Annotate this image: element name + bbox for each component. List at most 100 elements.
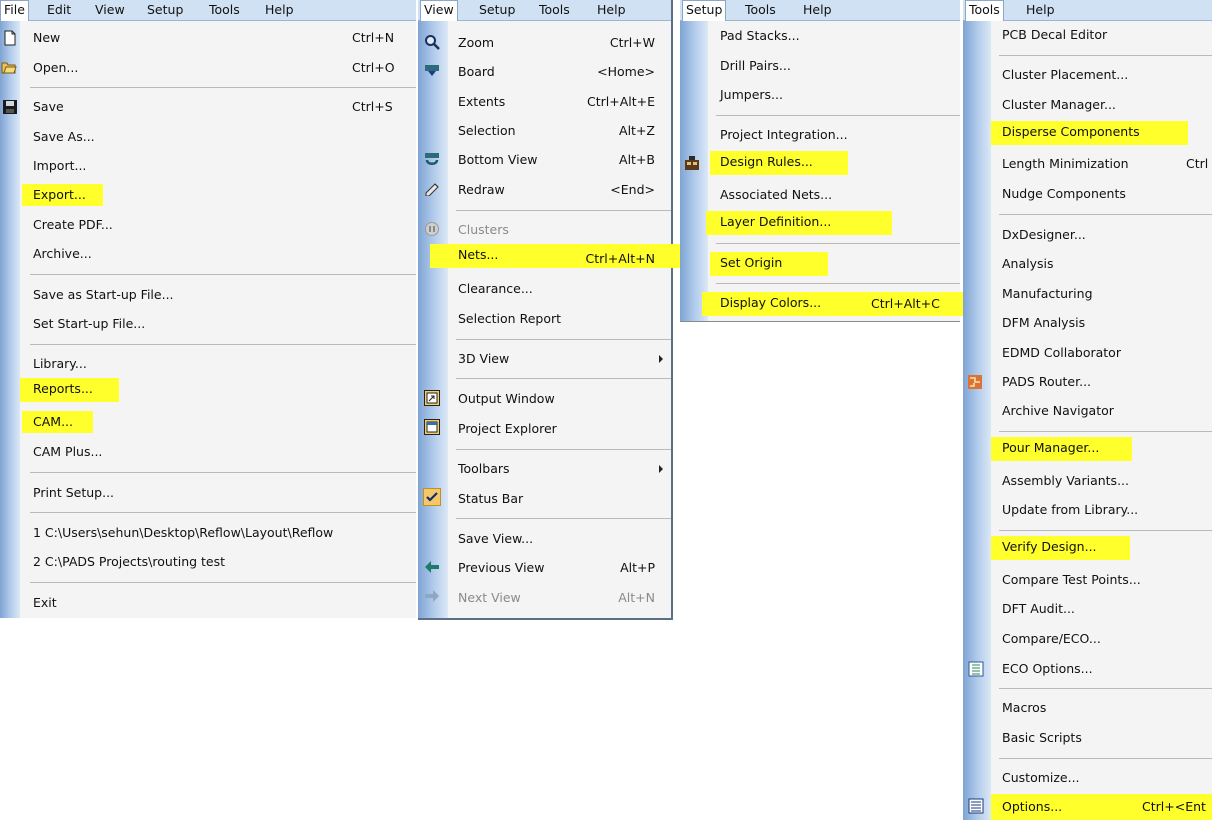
menu-item-library[interactable]: Library... [29,353,91,375]
menu-item-update-from-library[interactable]: Update from Library... [998,499,1142,521]
menubar-view[interactable]: View [420,0,458,21]
separator [716,283,960,284]
separator [30,512,416,513]
pads-router-icon [968,375,982,389]
menu-item-nudge-components[interactable]: Nudge Components [998,183,1130,205]
menu-item-eco-options[interactable]: ECO Options... [998,658,1097,680]
menu-item-cam[interactable]: CAM... [22,411,93,433]
menu-item-import[interactable]: Import... [29,155,90,177]
menubar-view[interactable]: View [92,1,128,19]
menubar-help[interactable]: Help [800,1,835,19]
separator [999,55,1212,56]
menu-item-analysis[interactable]: Analysis [998,253,1058,275]
zoom-icon [425,35,440,50]
shortcut-selection: Alt+Z [619,123,655,138]
menubar-edit[interactable]: Edit [44,1,74,19]
menu-item-length-minimization[interactable]: Length Minimization [998,153,1133,175]
menu-item-disperse-components[interactable]: Disperse Components [991,121,1188,145]
menu-item-dxdesigner[interactable]: DxDesigner... [998,224,1090,246]
menu-item-redraw[interactable]: Redraw [454,179,509,201]
menu-item-assembly-variants[interactable]: Assembly Variants... [998,470,1133,492]
menubar-setup[interactable]: Setup [144,1,186,19]
file-menu-panel: File Edit View Setup Tools Help New Ctrl… [0,0,416,618]
menu-item-pcb-decal-editor[interactable]: PCB Decal Editor [998,24,1111,46]
menu-item-cam-plus[interactable]: CAM Plus... [29,441,106,463]
menu-item-recent-file-2[interactable]: 2 C:\PADS Projects\routing test [29,551,229,573]
separator [999,214,1212,215]
menu-item-zoom[interactable]: Zoom [454,32,498,54]
menu-item-design-rules[interactable]: Design Rules... [710,151,848,175]
menu-item-project-explorer[interactable]: Project Explorer [454,418,561,440]
menu-item-clearance[interactable]: Clearance... [454,278,537,300]
menu-item-set-startup[interactable]: Set Start-up File... [29,313,149,335]
menu-item-create-pdf[interactable]: Create PDF... [29,214,117,236]
shortcut-nets: Ctrl+Alt+N [585,251,655,266]
menu-item-macros[interactable]: Macros [998,697,1050,719]
separator [999,688,1212,689]
menu-item-print-setup[interactable]: Print Setup... [29,482,118,504]
menu-item-new[interactable]: New [29,27,64,49]
menubar-help[interactable]: Help [1023,1,1058,19]
output-window-icon [424,390,440,406]
menu-item-output-window[interactable]: Output Window [454,388,559,410]
menu-item-verify-design[interactable]: Verify Design... [991,536,1130,560]
menubar-setup[interactable]: Setup [682,0,727,21]
menu-item-open[interactable]: Open... [29,57,82,79]
setup-menu-panel: Setup Tools Help Pad Stacks... Drill Pai… [680,0,966,322]
menu-item-pads-router[interactable]: PADS Router... [998,371,1095,393]
menu-item-export[interactable]: Export... [22,184,103,206]
shortcut-redraw: <End> [610,182,655,197]
shortcut-extents: Ctrl+Alt+E [586,94,655,109]
menu-item-save-view[interactable]: Save View... [454,528,537,550]
menu-item-associated-nets[interactable]: Associated Nets... [716,184,836,206]
separator [30,472,416,473]
menubar-help[interactable]: Help [594,1,629,19]
menu-item-manufacturing[interactable]: Manufacturing [998,283,1097,305]
menu-item-status-bar[interactable]: Status Bar [454,488,527,510]
menu-item-project-integration[interactable]: Project Integration... [716,124,852,146]
menu-item-layer-definition[interactable]: Layer Definition... [706,211,892,235]
menu-item-compare-test-points[interactable]: Compare Test Points... [998,569,1145,591]
menu-item-archive-navigator[interactable]: Archive Navigator [998,400,1118,422]
menu-item-cluster-manager[interactable]: Cluster Manager... [998,94,1120,116]
menu-item-save[interactable]: Save [29,96,68,118]
menu-item-reports[interactable]: Reports... [20,378,119,402]
menu-item-customize[interactable]: Customize... [998,767,1084,789]
menu-item-save-as-startup[interactable]: Save as Start-up File... [29,284,178,306]
menu-item-next-view[interactable]: Next View [454,587,525,609]
menu-item-pour-manager[interactable]: Pour Manager... [991,437,1132,461]
menu-item-previous-view[interactable]: Previous View [454,557,548,579]
tools-menu-panel: Tools Help PCB Decal Editor Cluster Plac… [963,0,1212,820]
menu-item-dft-audit[interactable]: DFT Audit... [998,598,1079,620]
menu-item-exit[interactable]: Exit [29,592,61,614]
menubar-setup[interactable]: Setup [476,1,518,19]
menubar-tools[interactable]: Tools [206,1,243,19]
menubar-help[interactable]: Help [262,1,297,19]
menu-item-selection-report[interactable]: Selection Report [454,308,565,330]
menu-item-basic-scripts[interactable]: Basic Scripts [998,727,1086,749]
menu-item-toolbars[interactable]: Toolbars [454,458,514,480]
menu-item-edmd-collaborator[interactable]: EDMD Collaborator [998,342,1125,364]
menu-item-3d-view[interactable]: 3D View [454,348,513,370]
menu-item-drill-pairs[interactable]: Drill Pairs... [716,55,795,77]
menu-item-extents[interactable]: Extents [454,91,509,113]
menu-item-pad-stacks[interactable]: Pad Stacks... [716,25,804,47]
menu-item-dfm-analysis[interactable]: DFM Analysis [998,312,1089,334]
menu-item-jumpers[interactable]: Jumpers... [716,84,787,106]
menu-item-set-origin[interactable]: Set Origin [710,252,828,276]
menu-item-board[interactable]: Board [454,61,499,83]
menu-item-bottom-view[interactable]: Bottom View [454,149,542,171]
menubar-tools[interactable]: Tools [965,0,1004,21]
menubar-tools[interactable]: Tools [536,1,573,19]
menu-item-cluster-placement[interactable]: Cluster Placement... [998,64,1132,86]
menu-item-compare-eco[interactable]: Compare/ECO... [998,628,1105,650]
menubar-file[interactable]: File [0,0,29,21]
menu-item-recent-file-1[interactable]: 1 C:\Users\sehun\Desktop\Reflow\Layout\R… [29,522,337,544]
menubar-tools[interactable]: Tools [742,1,779,19]
menu-item-clusters[interactable]: Clusters [454,219,513,241]
menu-item-save-as[interactable]: Save As... [29,126,99,148]
menu-gutter [680,21,708,321]
menu-item-selection[interactable]: Selection [454,120,520,142]
shortcut-board: <Home> [597,64,655,79]
menu-item-archive[interactable]: Archive... [29,243,96,265]
